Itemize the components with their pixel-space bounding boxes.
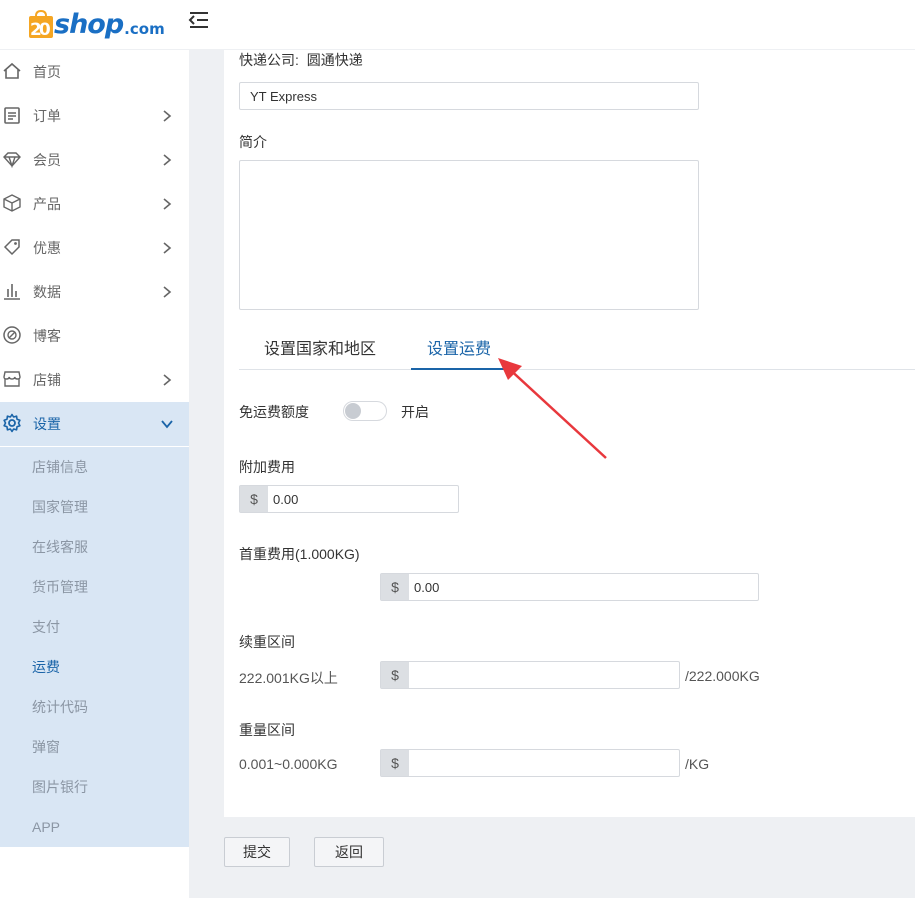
tab-shipping-fees[interactable]: 设置运费 — [411, 330, 508, 370]
top-header: 20 shop .com — [0, 0, 915, 50]
tag-icon — [3, 239, 20, 256]
extra-fee-input[interactable] — [268, 486, 458, 512]
sidebar-item-label: 数据 — [33, 284, 61, 300]
weight-range-label: 重量区间 — [239, 722, 295, 738]
tab-countries-regions[interactable]: 设置国家和地区 — [264, 330, 376, 370]
submenu-item-popup[interactable]: 弹窗 — [32, 727, 60, 767]
chevron-right-icon — [163, 154, 172, 166]
submenu-item-app[interactable]: APP — [32, 807, 60, 847]
free-shipping-toggle-label: 开启 — [401, 404, 429, 420]
chevron-right-icon — [163, 110, 172, 122]
sidebar-item-data[interactable]: 数据 — [0, 270, 189, 314]
first-weight-fee-input[interactable] — [409, 574, 758, 600]
continued-weight-range: 222.001KG以上 — [239, 670, 338, 686]
sidebar: 首页 订单 会员 产品 优惠 数据 博客 店铺 设置 店铺信息 国家管理 在线客… — [0, 50, 189, 898]
courier-label: 快递公司: — [239, 52, 299, 68]
courier-label-row: 快递公司: 圆通快递 — [239, 50, 363, 70]
collapse-menu-icon[interactable] — [188, 10, 210, 30]
weight-range-suffix: /KG — [685, 756, 710, 772]
courier-english-name-input[interactable] — [239, 82, 699, 110]
continued-weight-suffix: /222.000KG — [685, 668, 760, 684]
currency-addon: $ — [381, 750, 409, 776]
continued-weight-label: 续重区间 — [239, 634, 295, 650]
store-icon — [3, 371, 21, 387]
sidebar-item-blog[interactable]: 博客 — [0, 314, 189, 358]
extra-fee-input-group: $ — [239, 485, 459, 513]
sidebar-item-promotions[interactable]: 优惠 — [0, 226, 189, 270]
sidebar-item-label: 优惠 — [33, 240, 61, 256]
chevron-down-icon — [161, 420, 173, 429]
diamond-icon — [3, 152, 21, 169]
sidebar-item-label: 首页 — [33, 64, 61, 80]
chevron-right-icon — [163, 286, 172, 298]
currency-addon: $ — [381, 574, 409, 600]
blog-icon — [3, 326, 21, 344]
toggle-knob — [345, 403, 361, 419]
sidebar-item-label: 博客 — [33, 328, 61, 344]
weight-range-fee-input[interactable] — [409, 750, 679, 776]
submenu-item-live-chat[interactable]: 在线客服 — [32, 527, 88, 567]
free-shipping-label: 免运费额度 — [239, 404, 309, 420]
bar-chart-icon — [4, 284, 20, 300]
chevron-right-icon — [163, 374, 172, 386]
sidebar-footer — [0, 847, 189, 898]
logo-bag-icon: 20 — [28, 10, 54, 40]
logo-text: shop — [54, 9, 124, 40]
submenu-item-shipping[interactable]: 运费 — [32, 647, 60, 687]
extra-fee-label: 附加费用 — [239, 459, 295, 475]
chevron-right-icon — [163, 242, 172, 254]
weight-range-input-group: $ — [380, 749, 680, 777]
submenu-item-analytics-code[interactable]: 统计代码 — [32, 687, 88, 727]
currency-addon: $ — [381, 662, 409, 688]
logo-domain: .com — [124, 20, 165, 38]
sidebar-item-label: 会员 — [33, 152, 61, 168]
chevron-right-icon — [163, 198, 172, 210]
sidebar-item-orders[interactable]: 订单 — [0, 94, 189, 138]
first-weight-label: 首重费用(1.000KG) — [239, 546, 360, 562]
submenu-item-image-bank[interactable]: 图片银行 — [32, 767, 88, 807]
free-shipping-toggle[interactable] — [343, 401, 387, 421]
submenu-item-store-info[interactable]: 店铺信息 — [32, 447, 88, 487]
submenu-item-currency[interactable]: 货币管理 — [32, 567, 88, 607]
weight-range-text: 0.001~0.000KG — [239, 756, 338, 772]
sidebar-item-home[interactable]: 首页 — [0, 50, 189, 94]
sidebar-item-label: 设置 — [33, 416, 61, 432]
settings-submenu: 店铺信息 国家管理 在线客服 货币管理 支付 运费 统计代码 弹窗 图片银行 A… — [0, 447, 189, 847]
submit-button[interactable]: 提交 — [224, 837, 290, 867]
sidebar-item-members[interactable]: 会员 — [0, 138, 189, 182]
sidebar-item-label: 产品 — [33, 196, 61, 212]
clipboard-icon — [4, 107, 20, 124]
submenu-item-countries[interactable]: 国家管理 — [32, 487, 88, 527]
site-logo[interactable]: 20 shop .com — [28, 4, 165, 40]
courier-name: 圆通快递 — [306, 52, 363, 68]
logo-number: 20 — [30, 20, 51, 40]
sidebar-item-label: 店铺 — [33, 372, 61, 388]
back-button[interactable]: 返回 — [314, 837, 384, 867]
home-icon — [3, 62, 21, 79]
continued-weight-fee-input[interactable] — [409, 662, 679, 688]
sidebar-item-label: 订单 — [33, 108, 61, 124]
sidebar-item-store[interactable]: 店铺 — [0, 358, 189, 402]
sidebar-item-products[interactable]: 产品 — [0, 182, 189, 226]
submenu-item-payment[interactable]: 支付 — [32, 607, 60, 647]
intro-textarea[interactable] — [239, 160, 699, 310]
box-icon — [3, 194, 21, 212]
intro-label: 简介 — [239, 134, 267, 150]
currency-addon: $ — [240, 486, 268, 512]
shipping-tabs: 设置国家和地区 设置运费 — [239, 330, 915, 370]
sidebar-item-settings[interactable]: 设置 — [0, 402, 189, 446]
gear-icon — [3, 413, 21, 433]
first-weight-input-group: $ — [380, 573, 759, 601]
continued-weight-input-group: $ — [380, 661, 680, 689]
